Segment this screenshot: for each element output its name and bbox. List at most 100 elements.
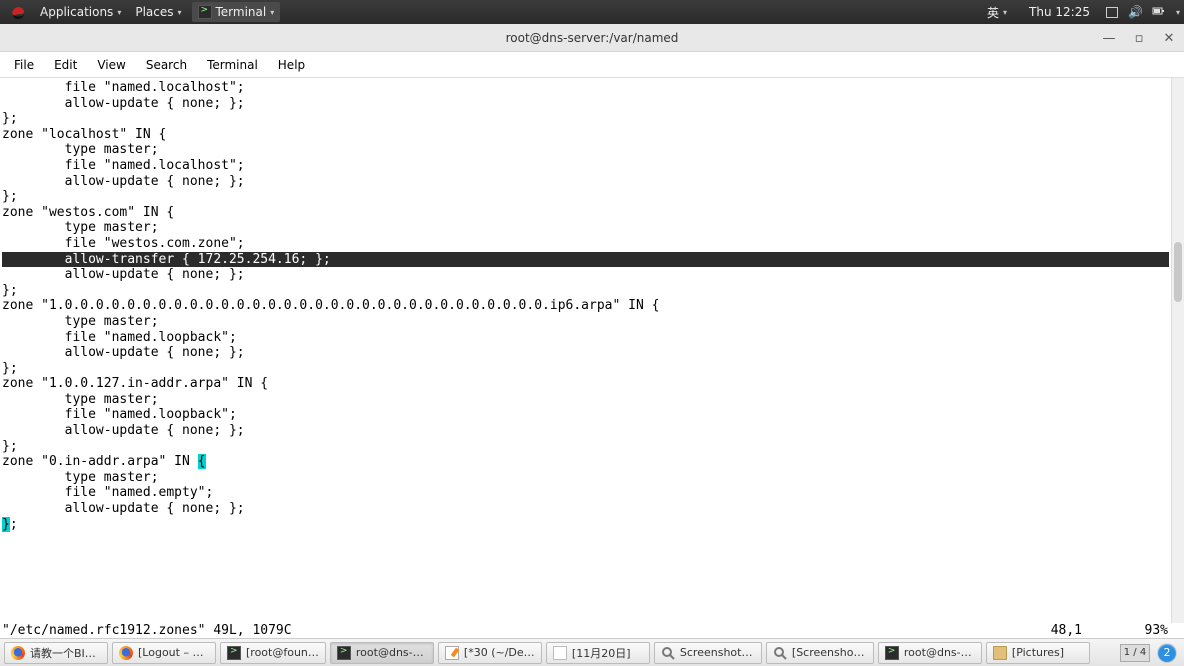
terminal-line: file "named.loopback";: [2, 330, 1182, 346]
minimize-button[interactable]: —: [1102, 31, 1116, 46]
terminal-line: allow-update { none; };: [2, 345, 1182, 361]
terminal-line: allow-update { none; };: [2, 501, 1182, 517]
terminal-line: };: [2, 517, 1182, 533]
firefox-icon: [119, 646, 133, 660]
taskbar-item[interactable]: [Logout – …: [112, 642, 216, 664]
menu-view[interactable]: View: [87, 52, 135, 78]
terminal-line: type master;: [2, 392, 1182, 408]
document-icon: [553, 646, 567, 660]
terminal-line: type master;: [2, 142, 1182, 158]
status-file: "/etc/named.rfc1912.zones" 49L, 1079C: [2, 623, 972, 638]
terminal-line: zone "westos.com" IN {: [2, 205, 1182, 221]
taskbar-item[interactable]: [11月20日]: [546, 642, 650, 664]
firefox-icon: [11, 646, 25, 660]
notification-badge[interactable]: 2: [1158, 644, 1176, 662]
active-app-menu[interactable]: Terminal ▾: [192, 2, 281, 22]
terminal-line: allow-update { none; };: [2, 174, 1182, 190]
maximize-button[interactable]: ▫: [1132, 31, 1146, 46]
bottom-taskbar: 请教一个BI… [Logout – … [root@foun… root@dns-… […: [0, 638, 1184, 666]
redhat-logo-icon[interactable]: [4, 0, 32, 24]
menu-help[interactable]: Help: [268, 52, 315, 78]
badge-count: 2: [1164, 646, 1171, 659]
terminal-line: type master;: [2, 470, 1182, 486]
terminal-line: file "named.loopback";: [2, 407, 1182, 423]
terminal-line: file "westos.com.zone";: [2, 236, 1182, 252]
chevron-down-icon: ▾: [270, 8, 274, 17]
image-viewer-icon: [773, 646, 787, 660]
status-position: 48,1: [972, 623, 1112, 638]
terminal-line: file "named.empty";: [2, 485, 1182, 501]
vim-status-line: "/etc/named.rfc1912.zones" 49L, 1079C 48…: [0, 623, 1184, 638]
taskbar-item[interactable]: Screenshot …: [654, 642, 762, 664]
menu-terminal[interactable]: Terminal: [197, 52, 268, 78]
taskbar-item[interactable]: root@dns-…: [330, 642, 434, 664]
scrollbar[interactable]: [1171, 78, 1184, 623]
taskbar-item[interactable]: [Screenshot…: [766, 642, 874, 664]
window-titlebar[interactable]: root@dns-server:/var/named — ▫ ✕: [0, 24, 1184, 52]
menu-label: Terminal: [207, 58, 258, 72]
terminal-line: };: [2, 189, 1182, 205]
applications-menu[interactable]: Applications ▾: [34, 0, 127, 24]
clock[interactable]: Thu 12:25: [1023, 0, 1096, 24]
terminal-window: root@dns-server:/var/named — ▫ ✕ File Ed…: [0, 24, 1184, 638]
status-percent: 93%: [1112, 623, 1182, 638]
taskbar-item[interactable]: [Pictures]: [986, 642, 1090, 664]
menu-label: Help: [278, 58, 305, 72]
active-app-label: Terminal: [216, 5, 267, 19]
taskbar-item[interactable]: [root@foun…: [220, 642, 326, 664]
terminal-line: allow-update { none; };: [2, 96, 1182, 112]
chevron-down-icon: ▾: [1003, 8, 1007, 17]
taskbar-item-label: Screenshot …: [680, 646, 755, 659]
match-paren: }: [2, 517, 10, 532]
terminal-icon: [198, 5, 212, 19]
terminal-line: allow-update { none; };: [2, 267, 1182, 283]
scrollbar-thumb[interactable]: [1174, 242, 1182, 302]
terminal-viewport[interactable]: file "named.localhost"; allow-update { n…: [0, 78, 1184, 623]
menubar: File Edit View Search Terminal Help: [0, 52, 1184, 78]
taskbar-item-label: [*30 (~/De…: [464, 646, 535, 659]
terminal-line: zone "1.0.0.127.in-addr.arpa" IN {: [2, 376, 1182, 392]
menu-search[interactable]: Search: [136, 52, 197, 78]
chevron-down-icon: ▾: [177, 8, 181, 17]
places-label: Places: [135, 5, 173, 19]
accessibility-icon[interactable]: [1106, 7, 1118, 18]
taskbar-item[interactable]: 请教一个BI…: [4, 642, 108, 664]
folder-icon: [993, 646, 1007, 660]
close-button[interactable]: ✕: [1162, 31, 1176, 46]
terminal-line: type master;: [2, 314, 1182, 330]
workspace-pager[interactable]: 1 / 4: [1120, 644, 1150, 662]
terminal-line: };: [2, 111, 1182, 127]
volume-icon[interactable]: 🔊: [1128, 5, 1142, 19]
terminal-icon: [885, 646, 899, 660]
input-method-indicator[interactable]: 英 ▾: [981, 0, 1013, 24]
battery-icon[interactable]: [1152, 4, 1166, 21]
terminal-line: };: [2, 283, 1182, 299]
chevron-down-icon: ▾: [1176, 8, 1180, 17]
menu-label: Edit: [54, 58, 77, 72]
terminal-cursor-line: zone "0.in-addr.arpa" IN {: [2, 454, 1182, 470]
menu-label: View: [97, 58, 125, 72]
window-title: root@dns-server:/var/named: [506, 31, 679, 45]
places-menu[interactable]: Places ▾: [129, 0, 187, 24]
menu-file[interactable]: File: [4, 52, 44, 78]
menu-label: File: [14, 58, 34, 72]
terminal-line: zone "localhost" IN {: [2, 127, 1182, 143]
terminal-line: zone "1.0.0.0.0.0.0.0.0.0.0.0.0.0.0.0.0.…: [2, 298, 1182, 314]
applications-label: Applications: [40, 5, 113, 19]
terminal-line: };: [2, 439, 1182, 455]
menu-label: Search: [146, 58, 187, 72]
taskbar-item-label: root@dns-…: [356, 646, 424, 659]
taskbar-item[interactable]: root@dns-…: [878, 642, 982, 664]
chevron-down-icon: ▾: [117, 8, 121, 17]
taskbar-item[interactable]: [*30 (~/De…: [438, 642, 542, 664]
taskbar-item-label: [Pictures]: [1012, 646, 1064, 659]
terminal-line: file "named.localhost";: [2, 80, 1182, 96]
gnome-top-panel: Applications ▾ Places ▾ Terminal ▾ 英 ▾ T…: [0, 0, 1184, 24]
taskbar-item-label: [Logout – …: [138, 646, 203, 659]
terminal-icon: [227, 646, 241, 660]
menu-edit[interactable]: Edit: [44, 52, 87, 78]
terminal-icon: [337, 646, 351, 660]
pager-label: 1 / 4: [1124, 647, 1146, 658]
taskbar-item-label: [Screenshot…: [792, 646, 867, 659]
taskbar-item-label: [root@foun…: [246, 646, 319, 659]
